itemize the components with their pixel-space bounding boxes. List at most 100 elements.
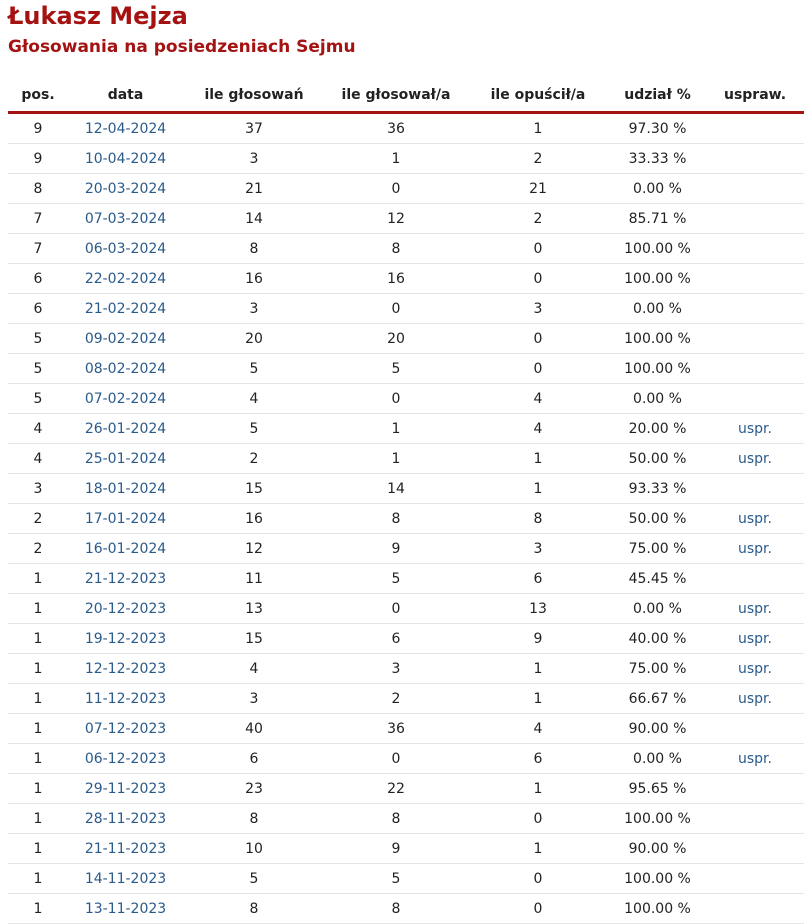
cell-excused-link[interactable]: uspr. <box>738 451 772 467</box>
cell-pos: 5 <box>33 360 43 377</box>
cell-excused-link[interactable]: uspr. <box>738 601 772 617</box>
column-header-excused[interactable]: uspraw. <box>706 79 804 114</box>
cell-share: 20.00 % <box>628 420 687 437</box>
table-cell: 5 <box>325 353 467 384</box>
cell-date-link[interactable]: 13-11-2023 <box>85 901 166 917</box>
cell-date-link[interactable]: 12-12-2023 <box>85 661 166 677</box>
table-cell: 0.00 % <box>609 593 706 624</box>
column-header-pos[interactable]: pos. <box>8 79 68 114</box>
cell-excused-link[interactable]: uspr. <box>738 661 772 677</box>
cell-missed: 1 <box>533 780 543 797</box>
cell-date-link[interactable]: 06-12-2023 <box>85 751 166 767</box>
cell-vote-count: 14 <box>245 210 263 227</box>
table-cell: 1 <box>8 593 68 624</box>
cell-excused-link[interactable]: uspr. <box>738 751 772 767</box>
cell-date-link[interactable]: 18-01-2024 <box>85 481 166 497</box>
cell-voted: 36 <box>387 720 405 737</box>
table-row: 2 16-01-2024 12 9 3 75.00 % uspr. <box>8 533 804 564</box>
table-cell: 4 <box>467 413 609 444</box>
cell-missed: 4 <box>533 420 543 437</box>
column-header-date[interactable]: data <box>68 79 183 114</box>
table-cell <box>706 173 804 204</box>
cell-voted: 2 <box>391 690 401 707</box>
cell-voted: 1 <box>391 420 401 437</box>
table-cell: 90.00 % <box>609 833 706 864</box>
column-header-vote-count[interactable]: ile głosowań <box>183 79 325 114</box>
table-cell: 0 <box>325 743 467 774</box>
table-cell: 100.00 % <box>609 353 706 384</box>
page-title: Łukasz Mejza <box>8 2 188 30</box>
cell-voted: 3 <box>391 660 401 677</box>
cell-excused-link[interactable]: uspr. <box>738 421 772 437</box>
cell-date-link[interactable]: 07-12-2023 <box>85 721 166 737</box>
cell-date-link[interactable]: 20-03-2024 <box>85 181 166 197</box>
table-cell: 20-12-2023 <box>68 593 183 624</box>
column-header-missed[interactable]: ile opuścił/a <box>467 79 609 114</box>
cell-missed: 0 <box>533 870 543 887</box>
cell-date-link[interactable]: 16-01-2024 <box>85 541 166 557</box>
cell-pos: 1 <box>33 720 43 737</box>
cell-date-link[interactable]: 17-01-2024 <box>85 511 166 527</box>
cell-share: 0.00 % <box>633 300 682 317</box>
cell-date-link[interactable]: 21-11-2023 <box>85 841 166 857</box>
column-header-share[interactable]: udział % <box>609 79 706 114</box>
cell-excused-link[interactable]: uspr. <box>738 691 772 707</box>
table-cell <box>706 713 804 744</box>
table-cell: 4 <box>467 713 609 744</box>
cell-date-link[interactable]: 29-11-2023 <box>85 781 166 797</box>
cell-vote-count: 4 <box>249 390 259 407</box>
cell-vote-count: 4 <box>249 660 259 677</box>
cell-share: 97.30 % <box>628 120 687 137</box>
cell-date-link[interactable]: 21-02-2024 <box>85 301 166 317</box>
cell-date-link[interactable]: 07-02-2024 <box>85 391 166 407</box>
cell-vote-count: 13 <box>245 600 263 617</box>
table-cell: 0 <box>325 293 467 324</box>
cell-date-link[interactable]: 08-02-2024 <box>85 361 166 377</box>
cell-voted: 14 <box>387 480 405 497</box>
table-cell: 1 <box>8 863 68 894</box>
cell-date-link[interactable]: 22-02-2024 <box>85 271 166 287</box>
cell-date-link[interactable]: 21-12-2023 <box>85 571 166 587</box>
cell-date-link[interactable]: 11-12-2023 <box>85 691 166 707</box>
cell-pos: 1 <box>33 750 43 767</box>
table-cell: 3 <box>183 683 325 714</box>
cell-voted: 0 <box>391 390 401 407</box>
cell-voted: 6 <box>391 630 401 647</box>
cell-pos: 6 <box>33 270 43 287</box>
cell-date-link[interactable]: 14-11-2023 <box>85 871 166 887</box>
table-cell: 21 <box>467 173 609 204</box>
table-cell: 1 <box>8 893 68 924</box>
table-cell: 75.00 % <box>609 533 706 564</box>
table-cell: 0 <box>467 263 609 294</box>
cell-date-link[interactable]: 07-03-2024 <box>85 211 166 227</box>
cell-date-link[interactable]: 26-01-2024 <box>85 421 166 437</box>
table-cell: 9 <box>325 533 467 564</box>
cell-vote-count: 15 <box>245 480 263 497</box>
cell-pos: 2 <box>33 540 43 557</box>
table-cell: 4 <box>467 383 609 414</box>
table-cell: 1 <box>467 773 609 804</box>
table-cell: 2 <box>183 443 325 474</box>
cell-date-link[interactable]: 20-12-2023 <box>85 601 166 617</box>
cell-share: 50.00 % <box>628 450 687 467</box>
column-header-voted[interactable]: ile głosował/a <box>325 79 467 114</box>
cell-date-link[interactable]: 10-04-2024 <box>85 151 166 167</box>
cell-date-link[interactable]: 12-04-2024 <box>85 121 166 137</box>
cell-missed: 0 <box>533 900 543 917</box>
cell-excused-link[interactable]: uspr. <box>738 541 772 557</box>
cell-share: 100.00 % <box>624 360 691 377</box>
cell-date-link[interactable]: 19-12-2023 <box>85 631 166 647</box>
table-cell <box>706 773 804 804</box>
table-cell: 8 <box>183 893 325 924</box>
cell-excused-link[interactable]: uspr. <box>738 631 772 647</box>
cell-voted: 9 <box>391 840 401 857</box>
cell-date-link[interactable]: 25-01-2024 <box>85 451 166 467</box>
table-cell <box>706 803 804 834</box>
cell-vote-count: 2 <box>249 450 259 467</box>
cell-share: 100.00 % <box>624 330 691 347</box>
cell-date-link[interactable]: 06-03-2024 <box>85 241 166 257</box>
cell-date-link[interactable]: 09-02-2024 <box>85 331 166 347</box>
table-row: 1 07-12-2023 40 36 4 90.00 % <box>8 713 804 744</box>
cell-date-link[interactable]: 28-11-2023 <box>85 811 166 827</box>
cell-excused-link[interactable]: uspr. <box>738 511 772 527</box>
